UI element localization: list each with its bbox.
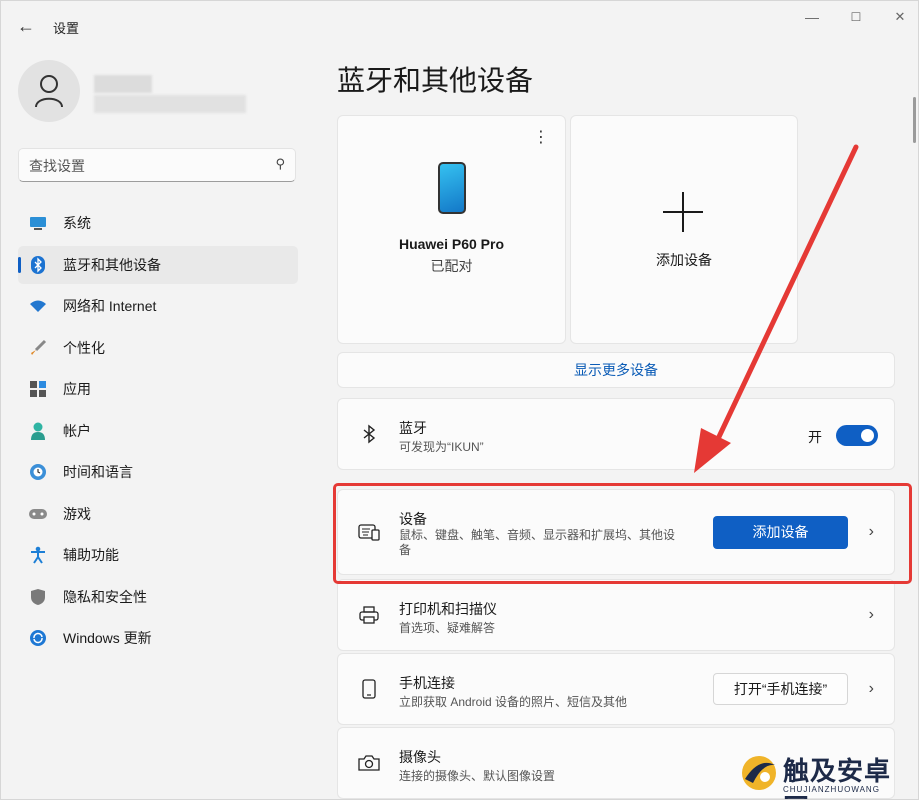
red-arrow-annotation: [694, 144, 859, 473]
watermark-logo: 触及安卓网 CHUJIANZHUOWANG: [739, 751, 914, 799]
watermark-emblem-icon: [742, 756, 776, 790]
watermark-subtext: CHUJIANZHUOWANG: [783, 785, 880, 794]
settings-window: ← 设置 — ☐ ✕ ⚲ 系统 蓝牙和其他设备: [0, 0, 919, 800]
